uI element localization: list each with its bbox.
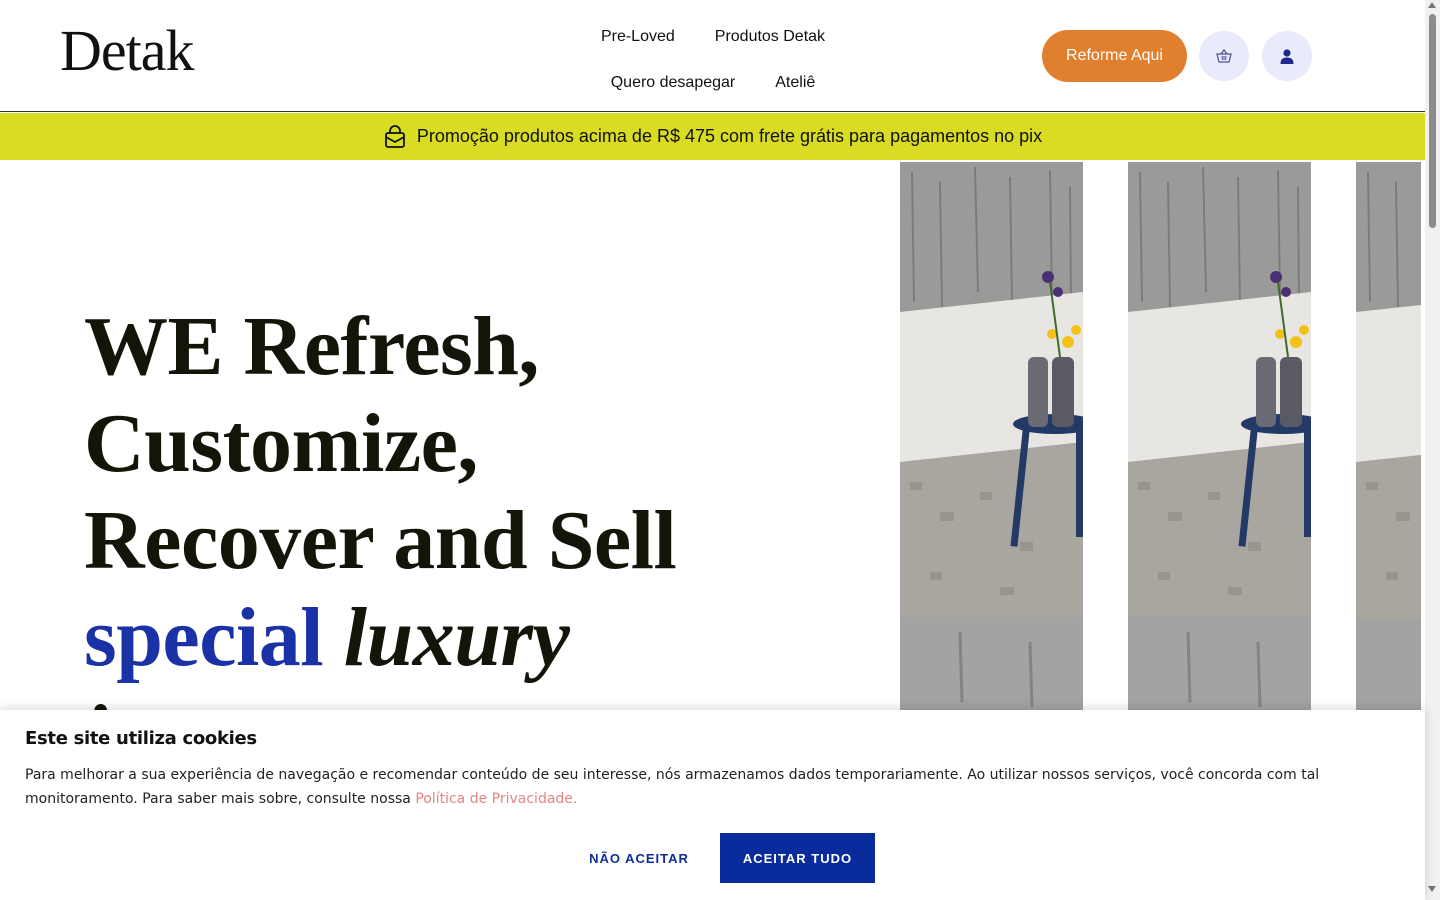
basket-icon: [1216, 49, 1232, 63]
privacy-policy-link[interactable]: Política de Privacidade.: [415, 791, 577, 807]
nav-item-pre-loved[interactable]: Pre-Loved: [581, 14, 695, 60]
cart-button[interactable]: [1199, 31, 1249, 81]
hero-line-recover-sell: Recover and Sell: [84, 494, 677, 587]
nav-item-atelie[interactable]: Ateliê: [755, 60, 835, 106]
reforme-aqui-button[interactable]: Reforme Aqui: [1042, 30, 1187, 82]
shopping-bag-icon: [384, 124, 405, 148]
main-nav: Pre-Loved Produtos Detak Quero desapegar…: [499, 14, 927, 106]
cookie-banner: Este site utiliza cookies Para melhorar …: [0, 710, 1425, 900]
hero-image-strip: [1356, 162, 1421, 710]
hero-word-luxury: luxury: [343, 591, 570, 684]
account-button[interactable]: [1262, 31, 1312, 81]
promo-bar: Promoção produtos acima de R$ 475 com fr…: [0, 113, 1425, 160]
scroll-up-arrow-icon[interactable]: [1428, 2, 1436, 8]
hero-word-customize: Customize,: [84, 397, 478, 490]
hero-image-strip: [1128, 162, 1311, 710]
site-header: Detak Pre-Loved Produtos Detak Quero des…: [0, 0, 1425, 112]
scroll-down-arrow-icon[interactable]: [1428, 886, 1436, 892]
hero-word-we: WE: [84, 300, 224, 393]
reject-cookies-button[interactable]: NÃO ACEITAR: [572, 833, 706, 883]
user-icon: [1280, 48, 1294, 64]
hero-image-strip: [900, 162, 1083, 710]
nav-item-produtos-detak[interactable]: Produtos Detak: [695, 14, 845, 60]
nav-item-quero-desapegar[interactable]: Quero desapegar: [591, 60, 756, 106]
accept-all-cookies-button[interactable]: ACEITAR TUDO: [720, 833, 875, 883]
cookie-body-text: Para melhorar a sua experiência de naveg…: [25, 767, 1320, 807]
hero-word-refresh: Refresh,: [243, 300, 540, 393]
page-scrollbar[interactable]: [1425, 0, 1440, 900]
hero-word-special: special: [84, 591, 324, 684]
cookie-title: Este site utiliza cookies: [25, 728, 257, 749]
cookie-text: Para melhorar a sua experiência de naveg…: [25, 763, 1395, 811]
promo-text: Promoção produtos acima de R$ 475 com fr…: [416, 126, 1043, 146]
scroll-thumb[interactable]: [1429, 14, 1436, 228]
logo[interactable]: Detak: [60, 22, 194, 80]
